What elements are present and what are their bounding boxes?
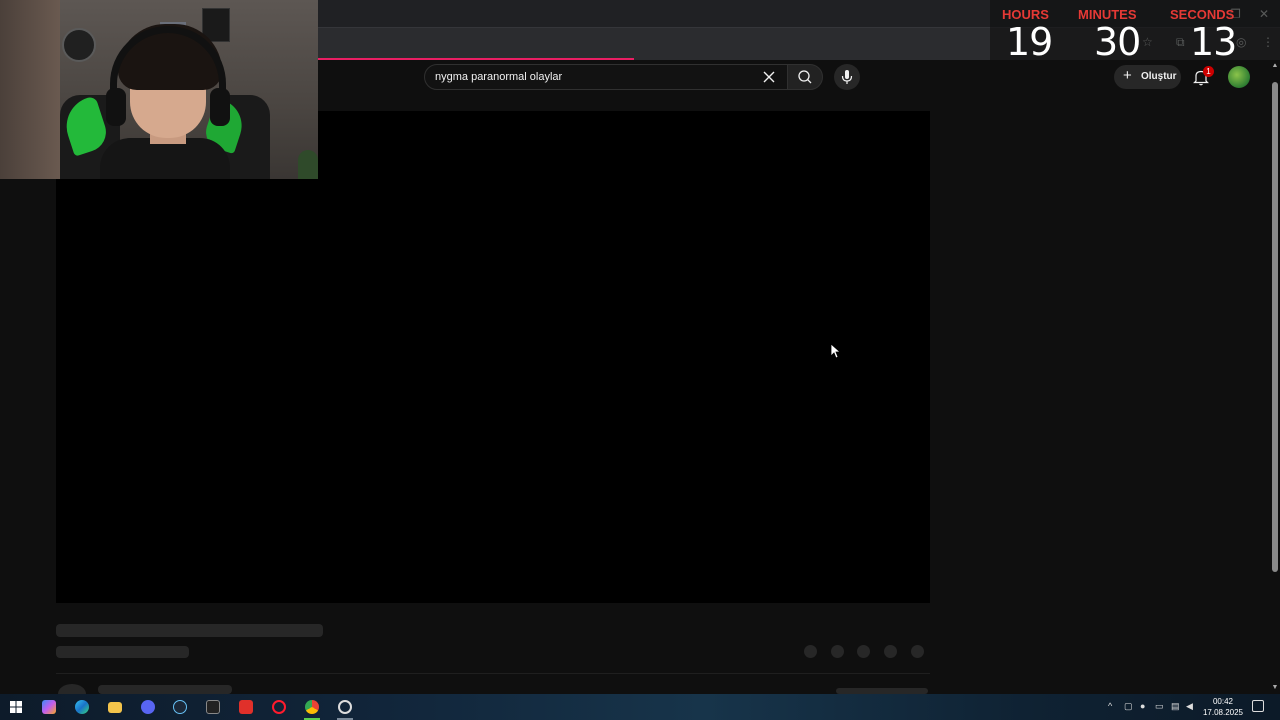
screen: ☆ ⧉ ◎ ⋮ ❐ ✕ nygma paranormal olaylar + O… <box>0 0 1280 720</box>
seconds-value: 13 <box>1190 20 1237 64</box>
taskbar-time: 00:42 <box>1212 697 1234 706</box>
account-avatar[interactable] <box>1228 66 1250 88</box>
headset-earcup <box>210 88 230 126</box>
clock-app-icon[interactable] <box>338 700 352 714</box>
headset-earcup <box>106 88 126 126</box>
notification-center-icon[interactable] <box>1252 700 1264 712</box>
taskbar-clock[interactable]: 00:42 17.08.2025 <box>1196 696 1250 718</box>
wall-logo <box>62 28 96 62</box>
action-placeholder <box>857 645 870 658</box>
taskbar-date: 17.08.2025 <box>1202 708 1244 717</box>
channel-placeholder <box>56 646 189 658</box>
search-icon <box>798 70 812 84</box>
epic-games-icon[interactable] <box>206 700 220 714</box>
plus-icon: + <box>1123 67 1132 84</box>
content-divider <box>56 673 930 674</box>
microphone-icon <box>841 70 853 84</box>
file-explorer-icon[interactable] <box>108 702 122 713</box>
countdown-overlay: HOURS MINUTES SECONDS 19 30 13 <box>990 0 1280 64</box>
hours-value: 19 <box>1006 20 1053 64</box>
tray-display-icon[interactable]: ▭ <box>1155 701 1164 712</box>
comment-placeholder <box>98 685 232 694</box>
action-placeholder <box>911 645 924 658</box>
voice-search-button[interactable] <box>834 64 860 90</box>
tray-microphone-icon[interactable]: ● <box>1140 701 1145 711</box>
action-placeholder <box>804 645 817 658</box>
start-icon[interactable] <box>10 701 22 713</box>
clear-search-icon[interactable] <box>761 68 777 86</box>
copilot-icon[interactable] <box>42 700 56 714</box>
chrome-icon[interactable] <box>305 700 319 714</box>
create-button-label: Oluştur <box>1141 71 1177 82</box>
search-query-text: nygma paranormal olaylar <box>435 71 563 83</box>
video-player[interactable] <box>56 111 930 603</box>
plant <box>298 150 318 179</box>
mouse-cursor-icon <box>830 343 840 359</box>
tray-volume-icon[interactable]: ◀ <box>1186 701 1193 712</box>
webcam-background-door <box>0 0 60 179</box>
title-placeholder <box>56 624 323 637</box>
action-placeholder <box>831 645 844 658</box>
notification-count-badge: 1 <box>1203 66 1214 77</box>
opera-icon[interactable] <box>272 700 286 714</box>
discord-icon[interactable] <box>141 700 155 714</box>
tray-device-icon[interactable]: ▢ <box>1124 701 1133 712</box>
tray-network-icon[interactable]: ▤ <box>1171 701 1180 712</box>
minutes-value: 30 <box>1094 20 1141 64</box>
search-input[interactable]: nygma paranormal olaylar <box>424 64 788 90</box>
create-button[interactable]: + Oluştur <box>1114 65 1181 89</box>
tray-overflow-icon[interactable]: ^ <box>1108 701 1112 711</box>
webcam-overlay <box>0 0 318 179</box>
streamer-shirt <box>100 138 230 179</box>
scrollbar-thumb[interactable] <box>1272 82 1278 572</box>
steam-icon[interactable] <box>173 700 187 714</box>
scroll-down-icon[interactable]: ▼ <box>1271 684 1279 691</box>
app-red-icon[interactable] <box>239 700 253 714</box>
search-button[interactable] <box>787 64 823 90</box>
action-placeholder <box>884 645 897 658</box>
windows-taskbar <box>0 694 1280 720</box>
edge-icon[interactable] <box>75 700 89 714</box>
